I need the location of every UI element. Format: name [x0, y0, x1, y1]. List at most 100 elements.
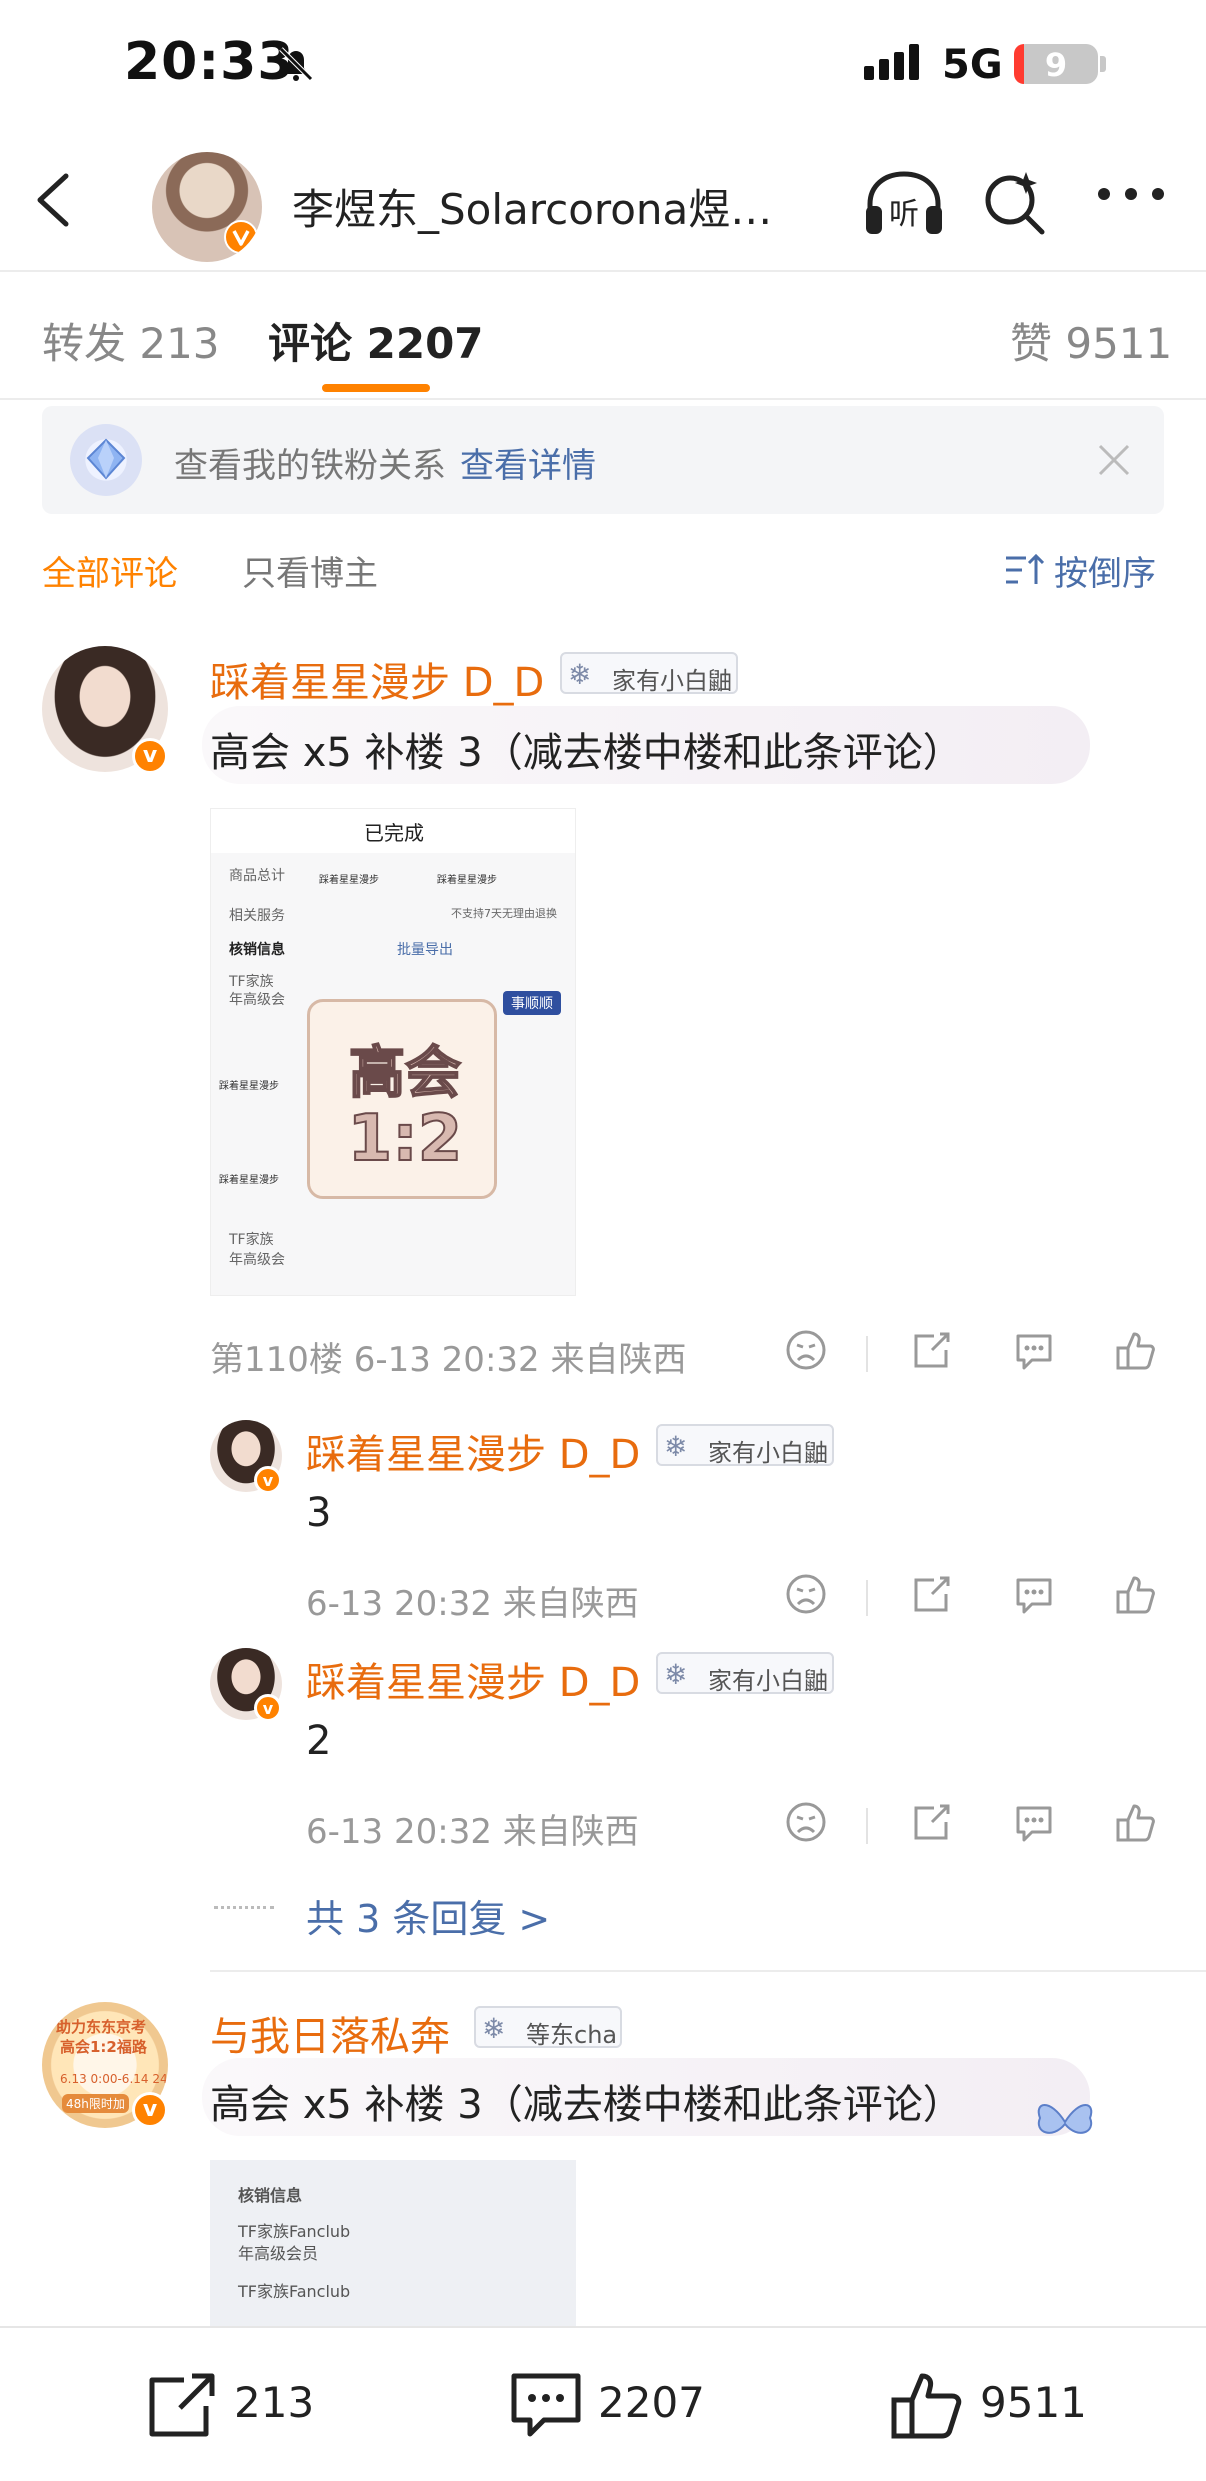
image-row: TF家族 — [229, 1232, 274, 1248]
thumbs-up-icon — [1116, 1804, 1155, 1842]
sort-toggle[interactable]: 按倒序 — [1054, 546, 1156, 595]
author-avatar[interactable] — [152, 152, 262, 262]
verified-badge-icon: v — [254, 1466, 282, 1494]
comment-actions — [782, 1328, 1162, 1378]
reply-username[interactable]: 踩着星星漫步 D_D — [306, 1650, 640, 1708]
svg-text:听: 听 — [889, 197, 919, 232]
like-button[interactable] — [1114, 1328, 1158, 1376]
fans-relation-label: 查看我的铁粉关系 — [174, 446, 446, 486]
fan-tag-label: 家有小白鼬 — [708, 1439, 828, 1467]
verified-badge-icon — [224, 220, 258, 258]
battery-tip — [1100, 56, 1106, 72]
repost-icon — [149, 2373, 215, 2437]
tab-comments[interactable]: 评论 2207 — [268, 310, 484, 371]
reply-button[interactable] — [1012, 1572, 1056, 1620]
image-row: 核销信息 — [229, 942, 285, 958]
image-row: TF家族Fanclub — [238, 2222, 351, 2241]
filter-all-comments[interactable]: 全部评论 — [42, 546, 178, 595]
comment-icon — [1016, 1806, 1052, 1842]
tab-likes[interactable]: 赞 9511 — [1010, 310, 1172, 371]
image-row: 商品总计 — [229, 868, 285, 884]
comment-username[interactable]: 与我日落私奔 — [210, 2004, 450, 2062]
share-icon — [914, 1576, 950, 1612]
dislike-face-icon — [786, 1330, 826, 1370]
battery-icon: 9 — [1014, 44, 1098, 84]
divider — [866, 1580, 868, 1616]
snowflake-icon: ❄ — [664, 1658, 688, 1691]
more-button[interactable] — [1096, 184, 1166, 208]
search-button[interactable] — [980, 168, 1050, 242]
fan-tag[interactable]: ❄ 家有小白鼬 — [656, 1652, 834, 1695]
image-row: 年高级会员 — [238, 2244, 319, 2263]
comment-count: 2207 — [598, 2378, 705, 2427]
fans-banner[interactable]: 查看我的铁粉关系 查看详情 — [42, 406, 1164, 514]
page-title[interactable]: 李煜东_Solarcorona煜… — [292, 176, 812, 237]
view-details-link[interactable]: 查看详情 — [460, 446, 596, 486]
headphones-icon: 听 — [866, 171, 942, 234]
back-button[interactable] — [30, 170, 80, 234]
fans-banner-text: 查看我的铁粉关系 查看详情 — [174, 438, 596, 487]
like-button[interactable] — [1114, 1800, 1158, 1848]
repost-count: 213 — [234, 2378, 315, 2427]
comment-text: 高会 x5 补楼 3（减去楼中楼和此条评论） — [210, 730, 963, 776]
reply-button[interactable] — [1012, 1328, 1056, 1376]
like-button[interactable] — [1114, 1572, 1158, 1620]
verified-badge-icon: v — [254, 1694, 282, 1722]
fan-tag[interactable]: ❄ 家有小白鼬 — [560, 652, 738, 695]
bottom-action-bar: 213 2207 9511 — [0, 2326, 1206, 2481]
more-dots-icon — [1098, 188, 1164, 200]
divider — [866, 1336, 868, 1372]
image-row: 核销信息 — [238, 2186, 303, 2205]
image-watermark: 踩着星星漫步 — [437, 875, 497, 886]
reply-actions — [782, 1572, 1162, 1622]
fan-tag[interactable]: ❄ 家有小白鼬 — [656, 1424, 834, 1467]
avatar-text: 48h限时加 — [62, 2094, 129, 2113]
fan-tag-label: 家有小白鼬 — [612, 667, 732, 695]
filter-owner-only[interactable]: 只看博主 — [242, 546, 378, 595]
reply-username[interactable]: 踩着星星漫步 D_D — [306, 1422, 640, 1480]
replies-dots — [214, 1906, 274, 1910]
avatar-text: 高会1:2福路 — [60, 2038, 147, 2056]
dislike-button[interactable] — [784, 1800, 828, 1848]
image-watermark: 踩着星星漫步 — [319, 875, 379, 886]
network-type: 5G — [942, 42, 1003, 88]
comment-image[interactable]: 已完成 商品总计 相关服务 不支持7天无理由退换 核销信息 批量导出 TF家族 … — [210, 808, 576, 1296]
comment-text: 高会 x5 补楼 3（减去楼中楼和此条评论） — [210, 2082, 963, 2128]
repost-button[interactable]: 213 — [142, 2370, 342, 2440]
comment-button[interactable]: 2207 — [506, 2370, 736, 2440]
stamp-top-text: 高会 — [348, 1040, 462, 1107]
view-more-replies[interactable]: 共 3 条回复 > — [306, 1888, 550, 1943]
share-button[interactable] — [910, 1328, 954, 1376]
stamp-bottom-text: 1:2 — [347, 1101, 464, 1177]
image-row: 批量导出 — [397, 942, 453, 958]
comment-username[interactable]: 踩着星星漫步 D_D — [210, 650, 544, 708]
signal-icon — [862, 42, 926, 86]
reply-button[interactable] — [1012, 1800, 1056, 1848]
snowflake-icon: ❄ — [482, 2012, 506, 2045]
tab-bar: 转发 213 评论 2207 赞 9511 — [0, 270, 1206, 400]
comment-icon — [1016, 1334, 1052, 1370]
like-button[interactable]: 9511 — [888, 2370, 1118, 2440]
fan-tag[interactable]: ❄ 等东cha — [474, 2006, 622, 2049]
chevron-left-icon — [37, 173, 69, 227]
dislike-button[interactable] — [784, 1572, 828, 1620]
image-row: 年高级会 — [229, 992, 285, 1008]
tab-repost[interactable]: 转发 213 — [42, 310, 220, 371]
reply-meta: 6-13 20:32 来自陕西 — [306, 1812, 639, 1852]
image-watermark: 踩着星星漫步 — [219, 1081, 279, 1092]
image-row: TF家族Fanclub — [238, 2282, 351, 2301]
comment-meta: 第110楼 6-13 20:32 来自陕西 — [210, 1340, 687, 1380]
listen-button[interactable]: 听 — [862, 168, 946, 242]
avatar-text: 助力东东京考 — [56, 2018, 147, 2036]
share-icon — [914, 1332, 950, 1368]
dislike-button[interactable] — [784, 1328, 828, 1376]
close-button[interactable] — [1094, 440, 1134, 484]
status-bar: 20:33 5G 9 — [0, 0, 1206, 130]
sort-icon — [1004, 552, 1045, 592]
thumbs-up-icon — [1116, 1576, 1155, 1614]
reply-text: 3 — [306, 1490, 332, 1536]
share-button[interactable] — [910, 1800, 954, 1848]
snowflake-icon: ❄ — [568, 658, 592, 691]
image-stamp: 高会 1:2 — [307, 999, 497, 1199]
share-button[interactable] — [910, 1572, 954, 1620]
